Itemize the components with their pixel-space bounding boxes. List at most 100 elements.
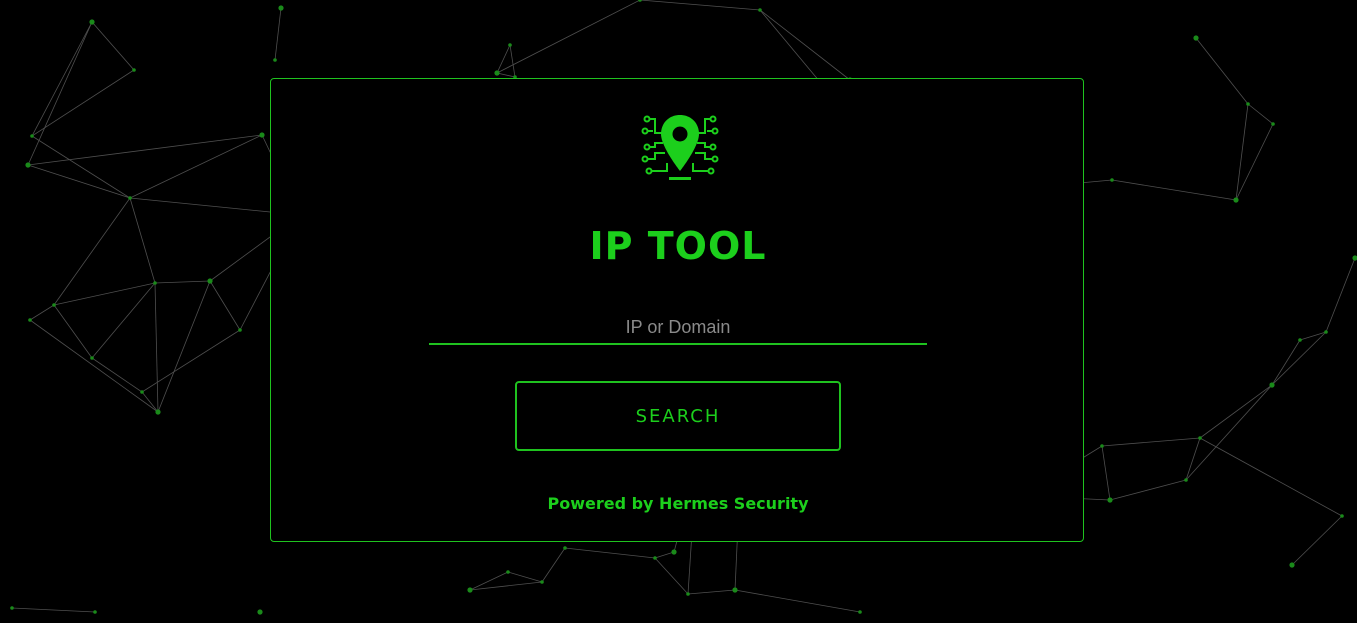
network-node — [1324, 330, 1328, 334]
network-line — [734, 589, 861, 613]
network-line — [129, 134, 263, 199]
network-node — [563, 546, 567, 550]
ip-domain-input[interactable] — [429, 311, 927, 345]
network-line — [654, 551, 675, 559]
network-node — [259, 132, 265, 138]
network-line — [541, 547, 566, 583]
network-line — [53, 282, 156, 306]
network-line — [1195, 37, 1249, 105]
network-node — [671, 549, 677, 555]
page-title: IP TOOL — [589, 224, 767, 268]
network-node — [52, 303, 56, 307]
network-line — [27, 21, 93, 166]
network-node — [686, 592, 690, 596]
network-line — [31, 21, 93, 137]
network-line — [29, 319, 159, 413]
network-node — [89, 19, 95, 25]
network-line — [1109, 479, 1187, 501]
network-node — [540, 580, 544, 584]
network-line — [654, 557, 689, 595]
network-node — [207, 278, 213, 284]
search-panel: IP TOOL SEARCH Powered by Hermes Securit… — [270, 78, 1084, 542]
network-node — [28, 318, 32, 322]
network-node — [1110, 178, 1114, 182]
network-node — [638, 0, 642, 2]
network-line — [129, 197, 156, 284]
network-line — [469, 571, 509, 591]
network-line — [31, 69, 135, 137]
network-line — [1101, 437, 1201, 447]
network-node — [273, 58, 277, 62]
network-node — [1352, 255, 1357, 261]
network-line — [496, 44, 511, 74]
network-line — [1235, 123, 1274, 201]
network-node — [238, 328, 242, 332]
network-line — [91, 357, 143, 393]
network-line — [27, 164, 131, 199]
network-line — [1235, 103, 1249, 201]
network-line — [496, 0, 641, 74]
network-line — [564, 547, 656, 559]
network-line — [509, 44, 516, 78]
network-line — [1199, 437, 1343, 517]
network-node — [1233, 197, 1239, 203]
network-node — [1298, 338, 1302, 342]
network-line — [31, 135, 131, 199]
network-line — [274, 7, 282, 61]
network-node — [1184, 478, 1188, 482]
network-line — [154, 280, 211, 284]
network-line — [1325, 257, 1356, 333]
network-node — [1269, 382, 1275, 388]
network-node — [132, 68, 136, 72]
network-node — [508, 43, 512, 47]
network-line — [1185, 384, 1273, 481]
network-node — [1271, 122, 1275, 126]
network-line — [91, 21, 135, 71]
network-line — [687, 589, 736, 595]
network-line — [154, 282, 159, 413]
location-pin-circuit-icon — [641, 115, 719, 180]
network-line — [53, 304, 93, 359]
network-node — [1198, 436, 1202, 440]
network-line — [1291, 515, 1343, 566]
network-node — [758, 8, 762, 12]
network-node — [90, 356, 94, 360]
powered-by-text: Powered by Hermes Security — [547, 494, 809, 513]
network-line — [157, 280, 211, 413]
network-node — [858, 610, 862, 614]
network-node — [25, 162, 31, 168]
network-line — [1271, 339, 1301, 386]
network-node — [140, 390, 144, 394]
network-line — [1247, 103, 1274, 125]
network-node — [10, 606, 14, 610]
network-line — [209, 280, 241, 331]
network-line — [91, 282, 156, 359]
page: IP TOOL SEARCH Powered by Hermes Securit… — [0, 0, 1357, 623]
network-line — [53, 197, 131, 306]
network-node — [732, 587, 738, 593]
network-line — [496, 72, 516, 78]
network-node — [506, 570, 510, 574]
network-node — [155, 409, 161, 415]
network-line — [469, 581, 543, 591]
network-node — [30, 134, 34, 138]
network-node — [1100, 444, 1104, 448]
network-line — [29, 304, 55, 321]
network-node — [128, 196, 132, 200]
network-node — [153, 281, 157, 285]
network-node — [653, 556, 657, 560]
network-node — [1340, 514, 1344, 518]
network-node — [494, 70, 500, 76]
network-node — [93, 610, 97, 614]
search-button[interactable]: SEARCH — [515, 381, 841, 451]
network-line — [639, 0, 761, 11]
network-node — [1107, 497, 1113, 503]
network-line — [1101, 445, 1111, 501]
network-line — [1185, 437, 1201, 481]
network-line — [1111, 179, 1237, 201]
network-node — [278, 5, 284, 11]
network-node — [467, 587, 473, 593]
network-line — [759, 9, 851, 81]
network-node — [1289, 562, 1295, 568]
network-node — [1193, 35, 1199, 41]
